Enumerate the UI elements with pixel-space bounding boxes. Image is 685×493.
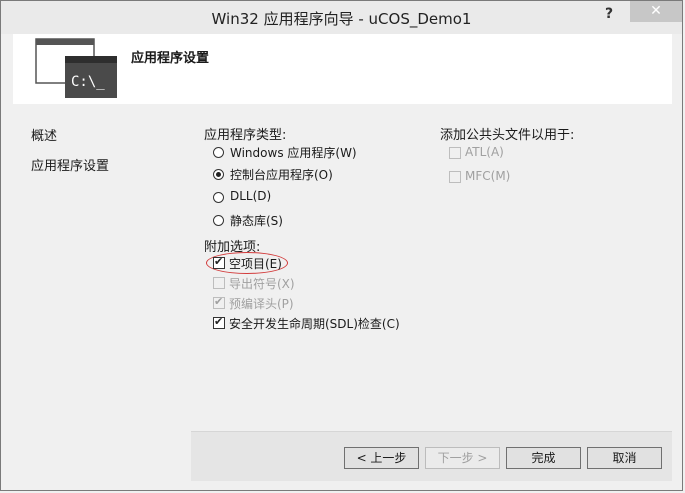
title-bar: Win32 应用程序向导 - uCOS_Demo1 ? ✕ — [1, 1, 682, 34]
radio-windows-app[interactable] — [213, 147, 224, 158]
page-title: 应用程序设置 — [131, 51, 210, 66]
radio-static-lib-label[interactable]: 静态库(S) — [230, 212, 283, 229]
window-title: Win32 应用程序向导 - uCOS_Demo1 — [211, 10, 472, 28]
help-button[interactable]: ? — [597, 4, 621, 24]
radio-console-app-label[interactable]: 控制台应用程序(O) — [230, 166, 333, 183]
nav-item-app-settings[interactable]: 应用程序设置 — [31, 155, 109, 174]
checkbox-mfc-label: MFC(M) — [465, 169, 511, 183]
console-icon-text: C:\_ — [71, 74, 105, 90]
radio-static-lib[interactable] — [213, 215, 224, 226]
checkbox-export-symbols — [213, 277, 225, 289]
app-type-label: 应用程序类型: — [204, 128, 287, 143]
radio-dll[interactable] — [213, 192, 224, 203]
wizard-nav: 概述 应用程序设置 — [31, 125, 109, 185]
console-app-icon: C:\_ — [35, 38, 117, 98]
nav-item-overview[interactable]: 概述 — [31, 125, 109, 144]
checkbox-empty-project[interactable]: ✔ — [213, 255, 225, 269]
checkbox-export-symbols-label: 导出符号(X) — [229, 277, 295, 291]
close-button[interactable]: ✕ — [630, 1, 682, 22]
checkbox-atl — [449, 147, 461, 159]
finish-button[interactable]: 完成 — [506, 447, 581, 469]
wizard-window: Win32 应用程序向导 - uCOS_Demo1 ? ✕ C:\_ 应用程序设… — [0, 0, 683, 491]
cancel-button[interactable]: 取消 — [587, 447, 662, 469]
header-banner: C:\_ 应用程序设置 — [13, 34, 672, 104]
check-icon: ✔ — [214, 295, 224, 308]
next-button: 下一步 > — [425, 447, 500, 469]
checkbox-precompiled-header-label: 预编译头(P) — [229, 297, 294, 311]
check-icon: ✔ — [214, 255, 224, 268]
checkbox-atl-label: ATL(A) — [465, 145, 504, 159]
checkbox-sdl-checks[interactable]: ✔ — [213, 315, 225, 329]
check-icon: ✔ — [214, 315, 224, 328]
radio-dll-label[interactable]: DLL(D) — [230, 189, 271, 203]
checkbox-mfc — [449, 171, 461, 183]
radio-windows-app-label[interactable]: Windows 应用程序(W) — [230, 144, 357, 161]
checkbox-empty-project-label[interactable]: 空项目(E) — [229, 255, 282, 272]
prev-button[interactable]: < 上一步 — [344, 447, 419, 469]
checkbox-precompiled-header: ✔ — [213, 295, 225, 309]
common-headers-label: 添加公共头文件以用于: — [440, 128, 575, 143]
settings-panel — [191, 117, 672, 431]
checkbox-sdl-checks-label[interactable]: 安全开发生命周期(SDL)检查(C) — [229, 315, 400, 332]
radio-console-app[interactable] — [213, 169, 224, 180]
